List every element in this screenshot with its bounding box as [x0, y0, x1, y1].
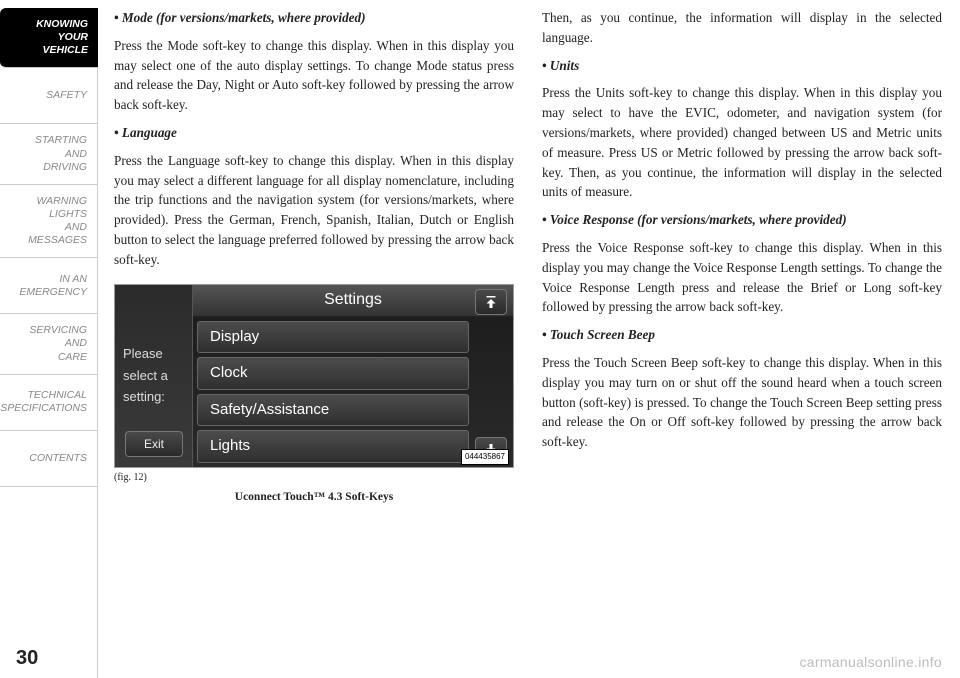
- figure-side-text: setting:: [123, 387, 165, 407]
- bullet-mode: • Mode (for versions/markets, where prov…: [114, 8, 514, 28]
- softkey-safety-assistance[interactable]: Safety/Assistance: [197, 394, 469, 427]
- tab-label: SERVICING AND CARE: [29, 324, 87, 363]
- page: KNOWING YOUR VEHICLE SAFETY STARTING AND…: [0, 0, 960, 678]
- tab-label: STARTING AND DRIVING: [35, 134, 87, 173]
- tab-in-an-emergency[interactable]: IN AN EMERGENCY: [0, 258, 98, 314]
- softkey-display[interactable]: Display: [197, 321, 469, 354]
- tab-label: IN AN EMERGENCY: [19, 273, 87, 299]
- figure-side-text: select a: [123, 366, 168, 386]
- tab-label: KNOWING YOUR VEHICLE: [36, 18, 88, 57]
- tab-starting-and-driving[interactable]: STARTING AND DRIVING: [0, 124, 98, 184]
- para-mode: Press the Mode soft-key to change this d…: [114, 36, 514, 115]
- tab-technical-specifications[interactable]: TECHNICAL SPECIFICATIONS: [0, 375, 98, 431]
- tab-warning-lights-and-messages[interactable]: WARNING LIGHTS AND MESSAGES: [0, 185, 98, 259]
- page-number: 30: [16, 647, 38, 670]
- exit-button[interactable]: Exit: [125, 431, 183, 457]
- tab-safety[interactable]: SAFETY: [0, 68, 98, 124]
- figure-number: (fig. 12): [114, 470, 514, 485]
- tab-label: SAFETY: [46, 89, 87, 102]
- softkey-lights[interactable]: Lights: [197, 430, 469, 463]
- tab-servicing-and-care[interactable]: SERVICING AND CARE: [0, 314, 98, 374]
- para-language: Press the Language soft-key to change th…: [114, 151, 514, 270]
- scroll-up-button[interactable]: [475, 289, 507, 315]
- tab-knowing-your-vehicle[interactable]: KNOWING YOUR VEHICLE: [0, 8, 98, 68]
- figure-side-panel: Please select a setting: Exit: [115, 285, 193, 467]
- page-up-icon: [482, 293, 500, 311]
- figure-header: Settings: [193, 285, 513, 317]
- main-content: • Mode (for versions/markets, where prov…: [98, 0, 960, 678]
- figure-rows: Display Clock Safety/Assistance Lights: [193, 317, 513, 467]
- para-language-cont: Then, as you continue, the information w…: [542, 8, 942, 48]
- column-right: Then, as you continue, the information w…: [542, 8, 942, 670]
- figure-id: 044435867: [461, 449, 509, 465]
- figure-wrap: Please select a setting: Exit Settings: [114, 284, 514, 506]
- softkey-clock[interactable]: Clock: [197, 357, 469, 390]
- uconnect-screenshot: Please select a setting: Exit Settings: [114, 284, 514, 468]
- bullet-language: • Language: [114, 123, 514, 143]
- figure-caption: Uconnect Touch™ 4.3 Soft-Keys: [114, 489, 514, 506]
- figure-side-text: Please: [123, 344, 163, 364]
- para-touch-screen-beep: Press the Touch Screen Beep soft-key to …: [542, 353, 942, 452]
- tab-label: WARNING LIGHTS AND MESSAGES: [28, 195, 87, 248]
- sidebar-spacer: [0, 487, 98, 678]
- tab-label: CONTENTS: [29, 452, 87, 465]
- column-left: • Mode (for versions/markets, where prov…: [114, 8, 514, 670]
- tab-contents[interactable]: CONTENTS: [0, 431, 98, 487]
- para-units: Press the Units soft-key to change this …: [542, 83, 942, 202]
- watermark: carmanualsonline.info: [800, 654, 943, 670]
- bullet-voice-response: • Voice Response (for versions/markets, …: [542, 210, 942, 230]
- figure-main-panel: Settings Display Clock Safety/Assistance…: [193, 285, 513, 467]
- bullet-touch-screen-beep: • Touch Screen Beep: [542, 325, 942, 345]
- bullet-units: • Units: [542, 56, 942, 76]
- sidebar-tabs: KNOWING YOUR VEHICLE SAFETY STARTING AND…: [0, 0, 98, 678]
- figure-header-label: Settings: [324, 288, 382, 312]
- para-voice-response: Press the Voice Response soft-key to cha…: [542, 238, 942, 317]
- tab-label: TECHNICAL SPECIFICATIONS: [0, 389, 87, 415]
